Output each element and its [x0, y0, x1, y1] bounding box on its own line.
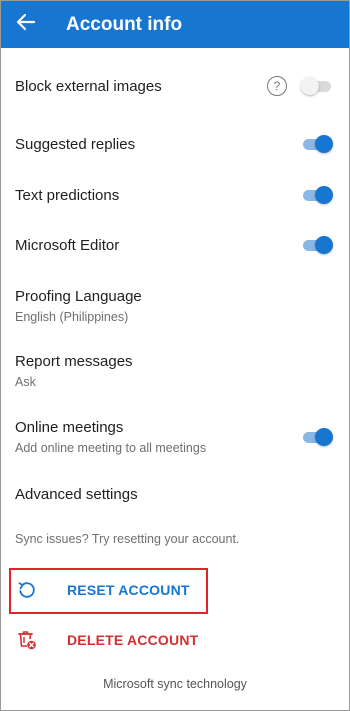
setting-report-messages[interactable]: Report messages Ask — [1, 349, 349, 393]
setting-label: Advanced settings — [15, 485, 138, 503]
delete-account-icon — [15, 628, 39, 652]
account-info-screen: Account info Block external images ? Sug… — [0, 0, 350, 711]
setting-microsoft-editor[interactable]: Microsoft Editor — [1, 226, 349, 264]
setting-text-predictions[interactable]: Text predictions — [1, 176, 349, 214]
highlight-box — [9, 568, 208, 614]
block-external-images-toggle[interactable] — [301, 76, 333, 96]
setting-advanced-settings[interactable]: Advanced settings — [1, 475, 349, 513]
setting-label: Report messages — [15, 353, 133, 370]
suggested-replies-toggle[interactable] — [301, 134, 333, 154]
delete-account-label: DELETE ACCOUNT — [67, 632, 199, 648]
setting-online-meetings[interactable]: Online meetings Add online meeting to al… — [1, 415, 349, 459]
help-icon[interactable]: ? — [267, 76, 287, 96]
back-button[interactable] — [1, 1, 51, 48]
setting-label: Suggested replies — [15, 135, 136, 153]
sync-hint-text: Sync issues? Try resetting your account. — [15, 532, 240, 546]
arrow-left-icon — [16, 12, 36, 37]
setting-proofing-language[interactable]: Proofing Language English (Philippines) — [1, 284, 349, 328]
setting-value: English (Philippines) — [15, 310, 129, 324]
online-meetings-toggle[interactable] — [301, 427, 333, 447]
setting-block-external-images[interactable]: Block external images ? — [1, 67, 349, 105]
delete-account-button[interactable]: DELETE ACCOUNT — [1, 619, 349, 661]
footer-text: Microsoft sync technology — [103, 677, 247, 691]
text-predictions-toggle[interactable] — [301, 185, 333, 205]
setting-label: Online meetings — [15, 419, 124, 436]
setting-value: Add online meeting to all meetings — [15, 441, 207, 455]
setting-label: Microsoft Editor — [15, 236, 120, 254]
setting-label: Proofing Language — [15, 288, 142, 305]
app-bar: Account info — [1, 1, 349, 48]
microsoft-editor-toggle[interactable] — [301, 235, 333, 255]
setting-suggested-replies[interactable]: Suggested replies — [1, 125, 349, 163]
setting-value: Ask — [15, 375, 36, 389]
page-title: Account info — [66, 13, 183, 35]
setting-label: Text predictions — [15, 186, 120, 204]
setting-label: Block external images — [15, 77, 162, 95]
